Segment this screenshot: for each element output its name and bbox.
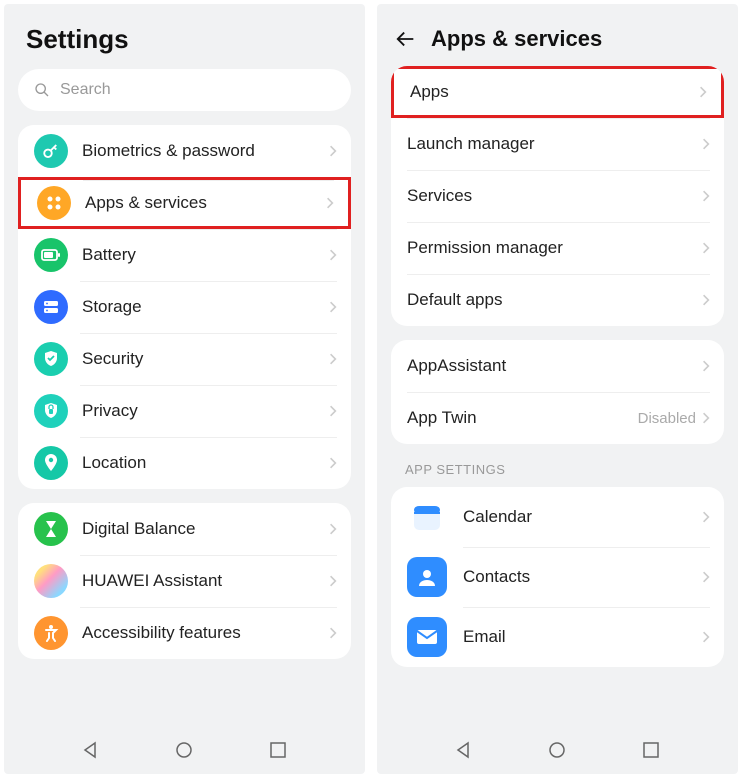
chevron-right-icon: [702, 137, 710, 151]
row-label: Calendar: [463, 507, 702, 527]
apps-grid-icon: [37, 186, 71, 220]
row-label: App Twin: [407, 408, 638, 428]
row-label: HUAWEI Assistant: [82, 571, 329, 591]
chevron-right-icon: [702, 411, 710, 425]
row-battery[interactable]: Battery: [18, 229, 351, 281]
row-app-twin[interactable]: App Twin Disabled: [391, 392, 724, 444]
chevron-right-icon: [329, 574, 337, 588]
row-label: Services: [407, 186, 702, 206]
chevron-right-icon: [326, 196, 334, 210]
row-label: Apps & services: [85, 193, 326, 213]
row-location[interactable]: Location: [18, 437, 351, 489]
row-security[interactable]: Security: [18, 333, 351, 385]
section-header: APP SETTINGS: [377, 458, 738, 487]
page-title: Settings: [26, 24, 343, 55]
nav-home-icon[interactable]: [547, 740, 567, 760]
row-label: Email: [463, 627, 702, 647]
chevron-right-icon: [702, 241, 710, 255]
header: Settings: [4, 4, 365, 69]
chevron-right-icon: [329, 352, 337, 366]
nav-back-icon[interactable]: [81, 740, 101, 760]
chevron-right-icon: [329, 456, 337, 470]
row-calendar[interactable]: Calendar: [391, 487, 724, 547]
row-label: Biometrics & password: [82, 141, 329, 161]
chevron-right-icon: [699, 85, 707, 99]
row-launch-manager[interactable]: Launch manager: [391, 118, 724, 170]
settings-group-2: Digital Balance HUAWEI Assistant Accessi…: [18, 503, 351, 659]
apps-group-2: AppAssistant App Twin Disabled: [391, 340, 724, 444]
chevron-right-icon: [329, 404, 337, 418]
apps-services-screen: Apps & services Apps Launch manager Serv…: [377, 4, 738, 774]
row-label: Digital Balance: [82, 519, 329, 539]
row-huawei-assistant[interactable]: HUAWEI Assistant: [18, 555, 351, 607]
row-label: Security: [82, 349, 329, 369]
row-services[interactable]: Services: [391, 170, 724, 222]
row-app-assistant[interactable]: AppAssistant: [391, 340, 724, 392]
row-default-apps[interactable]: Default apps: [391, 274, 724, 326]
key-icon: [34, 134, 68, 168]
row-label: Battery: [82, 245, 329, 265]
chevron-right-icon: [702, 570, 710, 584]
shield-icon: [34, 342, 68, 376]
nav-back-icon[interactable]: [454, 740, 474, 760]
nav-bar: [4, 726, 365, 774]
settings-group-1: Biometrics & password Apps & services Ba…: [18, 125, 351, 489]
chevron-right-icon: [329, 626, 337, 640]
search-placeholder: Search: [60, 81, 111, 99]
chevron-right-icon: [329, 144, 337, 158]
settings-screen: Settings Search Biometrics & password Ap…: [4, 4, 365, 774]
row-label: Permission manager: [407, 238, 702, 258]
calendar-icon: [407, 497, 447, 537]
privacy-icon: [34, 394, 68, 428]
chevron-right-icon: [702, 189, 710, 203]
apps-group-3: Calendar Contacts Email: [391, 487, 724, 667]
row-label: Location: [82, 453, 329, 473]
row-contacts[interactable]: Contacts: [391, 547, 724, 607]
row-storage[interactable]: Storage: [18, 281, 351, 333]
row-permission-manager[interactable]: Permission manager: [391, 222, 724, 274]
row-label: AppAssistant: [407, 356, 702, 376]
chevron-right-icon: [329, 248, 337, 262]
nav-recent-icon[interactable]: [268, 740, 288, 760]
row-apps-services[interactable]: Apps & services: [18, 177, 351, 229]
back-arrow-icon[interactable]: [395, 28, 417, 50]
chevron-right-icon: [702, 510, 710, 524]
row-label: Launch manager: [407, 134, 702, 154]
email-icon: [407, 617, 447, 657]
nav-home-icon[interactable]: [174, 740, 194, 760]
row-biometrics[interactable]: Biometrics & password: [18, 125, 351, 177]
search-bar[interactable]: Search: [18, 69, 351, 111]
apps-group-1: Apps Launch manager Services Permission …: [391, 66, 724, 326]
row-label: Apps: [410, 82, 699, 102]
row-value: Disabled: [638, 410, 696, 427]
chevron-right-icon: [702, 293, 710, 307]
accessibility-icon: [34, 616, 68, 650]
header: Apps & services: [377, 4, 738, 66]
search-icon: [34, 82, 50, 98]
row-email[interactable]: Email: [391, 607, 724, 667]
row-label: Default apps: [407, 290, 702, 310]
nav-bar: [377, 726, 738, 774]
nav-recent-icon[interactable]: [641, 740, 661, 760]
row-accessibility[interactable]: Accessibility features: [18, 607, 351, 659]
row-digital-balance[interactable]: Digital Balance: [18, 503, 351, 555]
chevron-right-icon: [329, 300, 337, 314]
row-label: Storage: [82, 297, 329, 317]
hourglass-icon: [34, 512, 68, 546]
chevron-right-icon: [702, 630, 710, 644]
row-label: Accessibility features: [82, 623, 329, 643]
row-label: Contacts: [463, 567, 702, 587]
contacts-icon: [407, 557, 447, 597]
row-label: Privacy: [82, 401, 329, 421]
page-title: Apps & services: [431, 26, 602, 52]
chevron-right-icon: [329, 522, 337, 536]
battery-icon: [34, 238, 68, 272]
row-privacy[interactable]: Privacy: [18, 385, 351, 437]
assistant-icon: [34, 564, 68, 598]
row-apps[interactable]: Apps: [391, 66, 724, 118]
storage-icon: [34, 290, 68, 324]
location-pin-icon: [34, 446, 68, 480]
chevron-right-icon: [702, 359, 710, 373]
